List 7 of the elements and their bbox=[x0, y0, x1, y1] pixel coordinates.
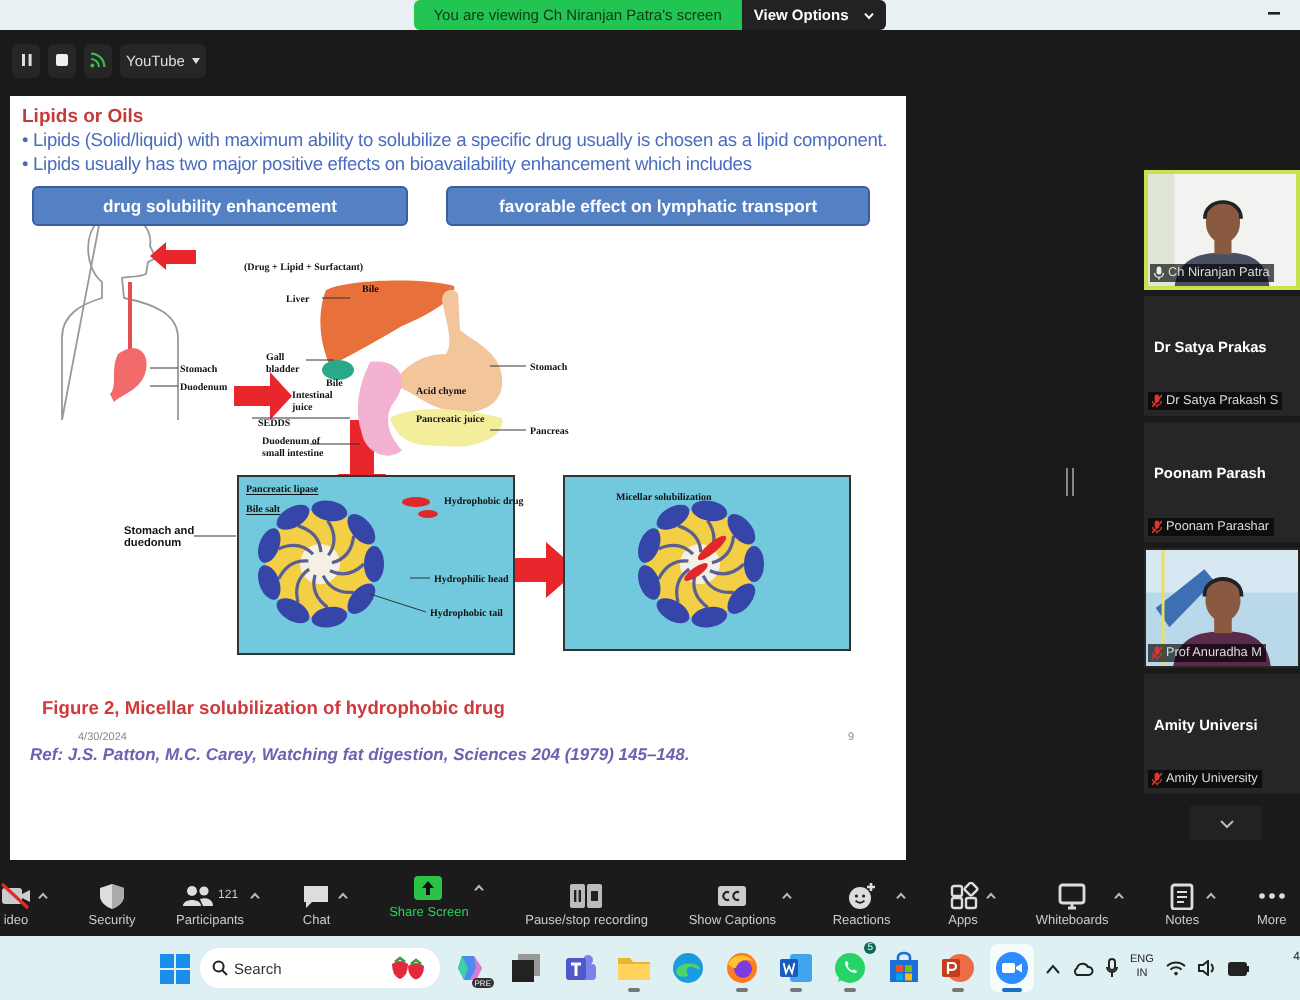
highlight-box: favorable effect on lymphatic transport bbox=[446, 186, 871, 227]
bullet-text: • Lipids usually has two major positive effects on bioavailability enhancement which includes bbox=[22, 152, 754, 177]
figure-caption: Figure 2, Micellar solubilization of hydrophobic drug bbox=[42, 698, 507, 719]
highlight-box: drug solubility enhancement bbox=[32, 186, 408, 227]
reference-text: Ref: J.S. Patton, M.C. Carey, Watching fat digestion, Sciences 204 (1979) 145–148. bbox=[30, 744, 692, 765]
slide-heading: Lipids or Oils bbox=[22, 106, 146, 128]
bullet-text: • Lipids (Solid/liquid) with maximum ability to solubilize a specific drug usually is chosen as a lipid component. bbox=[22, 128, 890, 153]
